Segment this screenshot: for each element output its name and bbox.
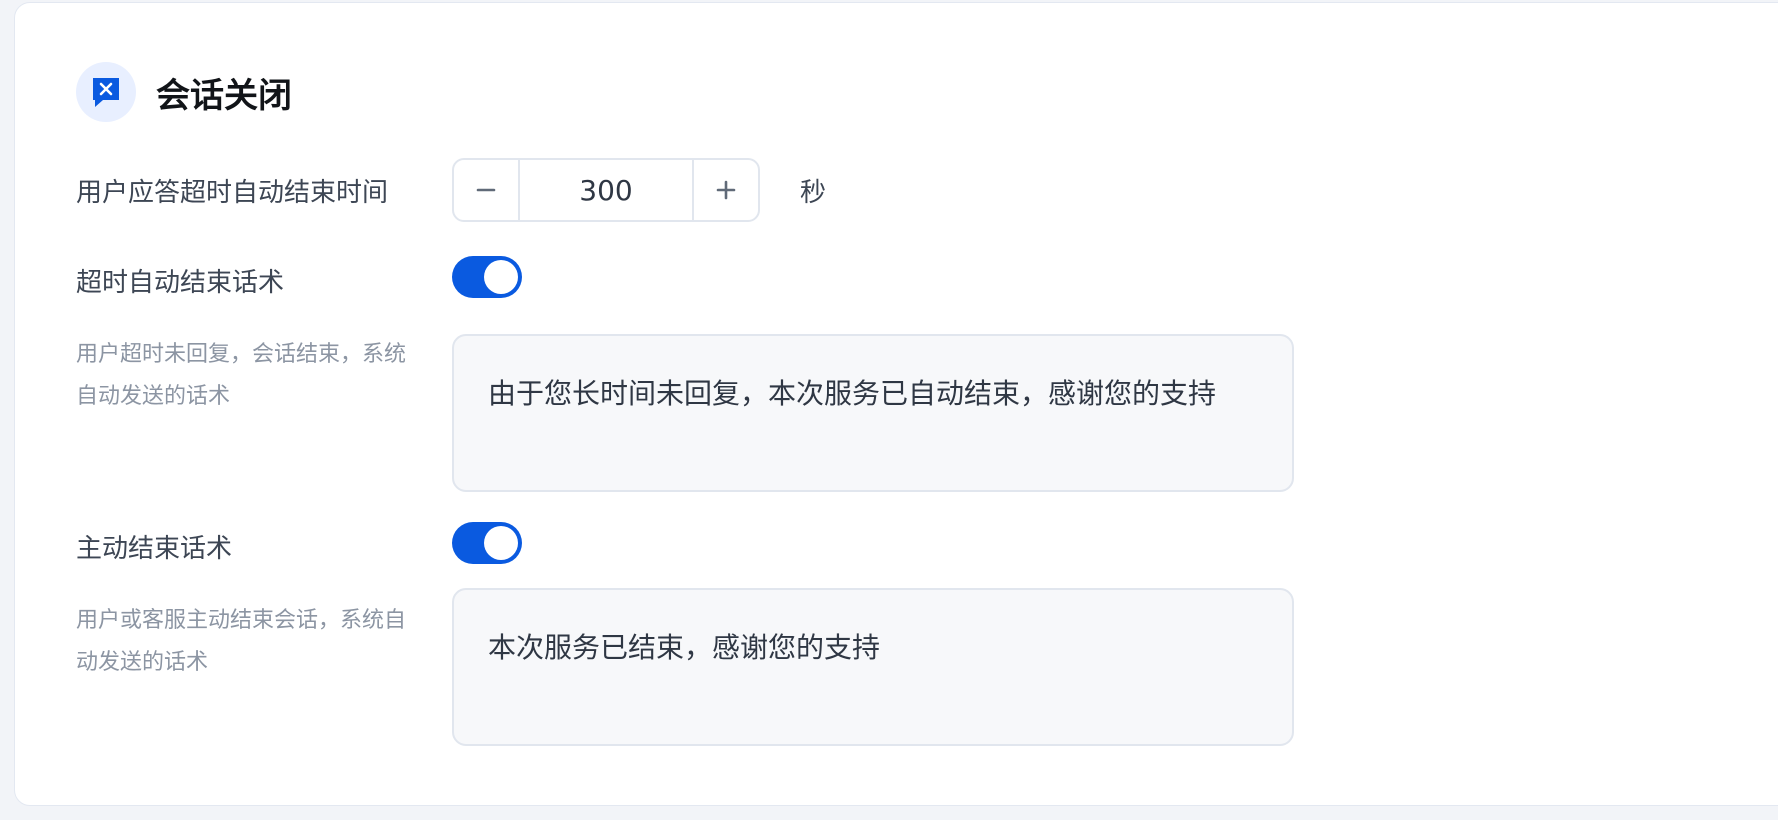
section-header: 会话关闭 [76, 62, 292, 122]
plus-icon [716, 180, 736, 200]
manual-message-description: 用户或客服主动结束会话，系统自动发送的话术 [76, 608, 407, 675]
manual-message-toggle[interactable] [452, 522, 522, 564]
timeout-message-textarea[interactable]: 由于您长时间未回复，本次服务已自动结束，感谢您的支持 [452, 334, 1294, 492]
timeout-message-toggle[interactable] [452, 256, 522, 298]
manual-message-label: 主动结束话术 [76, 534, 233, 564]
toggle-knob [484, 526, 518, 560]
timeout-stepper: 300 [452, 158, 760, 222]
timeout-label: 用户应答超时自动结束时间 [76, 178, 389, 208]
timeout-value-input[interactable]: 300 [518, 160, 694, 220]
decrement-button[interactable] [454, 160, 518, 220]
increment-button[interactable] [694, 160, 758, 220]
timeout-message-label: 超时自动结束话术 [76, 268, 285, 298]
timeout-unit: 秒 [800, 178, 827, 208]
timeout-message-description: 用户超时未回复，会话结束，系统自动发送的话术 [76, 342, 407, 409]
manual-message-textarea[interactable]: 本次服务已结束，感谢您的支持 [452, 588, 1294, 746]
chat-close-icon [76, 62, 136, 122]
section-title: 会话关闭 [156, 75, 292, 116]
toggle-knob [484, 260, 518, 294]
minus-icon [476, 188, 496, 192]
